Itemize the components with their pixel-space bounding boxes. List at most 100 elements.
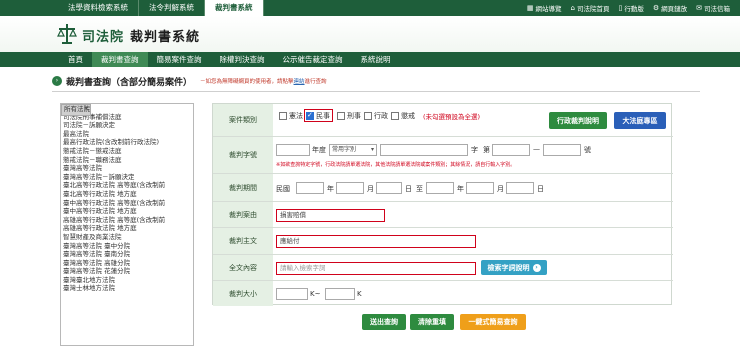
judicial-home-label: 司法院首頁 [576, 5, 610, 13]
end-year-input[interactable] [426, 182, 454, 194]
start-year-unit: 年 [327, 185, 334, 193]
tab-regulation-system[interactable]: 法令判解系統 [139, 0, 205, 16]
sitemap-link[interactable]: ▦ 網站導覽 [527, 3, 562, 13]
clear-form-button[interactable]: 清除重填 [410, 314, 454, 330]
year-unit: 年度 [312, 146, 326, 154]
chevron-right-icon: › [52, 76, 62, 86]
word-select[interactable]: 常用字別 [329, 144, 377, 156]
court-list-item[interactable]: 臺灣高等法院 花蓮分院 [61, 267, 193, 276]
system-tabs: 法學資料檢索系統 法令判解系統 裁判書系統 [58, 0, 264, 16]
judicial-mailbox-link[interactable]: ✉ 司法信箱 [696, 3, 730, 13]
case-number-label: 裁判字號 [213, 137, 273, 173]
start-year-input[interactable] [296, 182, 324, 194]
size-max-input[interactable] [325, 288, 355, 300]
civil-highlight-box [304, 109, 333, 122]
case-type-label: 案件類別 [213, 104, 273, 136]
row-date-range: 裁判期間 民國 年 月 日 至 年 月 日 [213, 173, 673, 201]
court-list-item[interactable]: 所有法院 [61, 104, 91, 116]
size-min-input[interactable] [276, 288, 308, 300]
sitemap-icon: ▦ [526, 4, 534, 12]
start-month-input[interactable] [336, 182, 364, 194]
checkbox-disciplinary[interactable]: 懲戒 [391, 111, 415, 121]
checkbox-criminal[interactable]: 刑事 [337, 111, 361, 121]
court-list-item[interactable]: 臺灣高等法院 臺南分院 [61, 250, 193, 259]
case-number-start-input[interactable] [492, 144, 530, 156]
case-word-input[interactable] [380, 144, 468, 156]
nav-judgment-search[interactable]: 裁判書查詢 [92, 52, 148, 67]
checkbox-disciplinary-box[interactable] [391, 112, 399, 120]
court-list-item[interactable]: 智慧財產及商業法院 [61, 233, 193, 242]
one-click-simple-search-button[interactable]: 一鍵式簡易查詢 [460, 314, 526, 330]
divider [52, 91, 700, 92]
nav-home[interactable]: 首頁 [59, 52, 92, 67]
mobile-version-link[interactable]: ▯ 行動版 [618, 3, 643, 13]
accessibility-link[interactable]: 連結 [294, 79, 305, 85]
court-list-item[interactable]: 臺灣士林地方法院 [61, 284, 193, 293]
court-list-item[interactable]: 最高行政法院(含改制前行政法院) [61, 138, 193, 147]
court-list-item[interactable]: 臺北高等行政法院 地方庭 [61, 190, 193, 199]
grand-chamber-button[interactable]: 大法庭專區 [614, 112, 666, 129]
case-number-end-input[interactable] [543, 144, 581, 156]
court-list-item[interactable]: 高雄高等行政法院 地方庭 [61, 224, 193, 233]
start-day-input[interactable] [376, 182, 402, 194]
word-unit: 字 [471, 146, 478, 154]
case-number-hint: ※如欲查詢特定字號，行政法院請單選法院，其他法院請單選法院或案件類別；其餘情況，… [276, 162, 516, 168]
checkbox-constitution-box[interactable] [279, 112, 287, 120]
page-heading: › 裁判書查詢（含部分簡易案件） －如您為無障礙網頁的使用者，請點擊連結進行查詢 [52, 72, 327, 90]
number-dash: — [533, 145, 540, 153]
date-range-label: 裁判期間 [213, 174, 273, 201]
court-list-item[interactable]: 懲戒法院－職務法庭 [61, 156, 193, 165]
row-case-number: 裁判字號 年度 常用字別 字 第 — 號 ※如欲查詢特定字號，行政法院請單選法院… [213, 136, 673, 173]
home-icon: ⌂ [570, 4, 575, 12]
court-list-item[interactable]: 臺中高等行政法院 地方庭 [61, 207, 193, 216]
number-prefix: 第 [483, 146, 490, 154]
utility-links: ▦ 網站導覽 ⌂ 司法院首頁 ▯ 行動版 ⚙ 網頁鏈放 ✉ 司法信箱 [527, 0, 730, 16]
court-list[interactable]: 所有法院憲法法庭司法院刑事補償法庭司法院－訴願決定最高法院最高行政法院(含改制前… [60, 103, 194, 346]
court-list-item[interactable]: 臺灣高等法院 [61, 164, 193, 173]
search-form: 案件類別 憲法 民事 刑事 行政 懲戒 (未勾選預設為全選) 行政裁判說明 大法… [212, 103, 673, 306]
end-day-input[interactable] [506, 182, 534, 194]
nav-exclusion-judgment-search[interactable]: 除權判決查詢 [211, 52, 274, 67]
court-list-item[interactable]: 臺中高等行政法院 高等庭(含改制前 [61, 199, 193, 208]
checkbox-administrative-label: 行政 [374, 112, 388, 120]
main-text-input[interactable]: 應給付 [276, 235, 476, 248]
row-case-reason: 裁判案由 損害賠償 [213, 201, 673, 227]
admin-judgment-help-button[interactable]: 行政裁判說明 [549, 112, 607, 129]
submit-search-button[interactable]: 送出查詢 [362, 314, 406, 330]
nav-simple-case-search[interactable]: 簡易案件查詢 [148, 52, 211, 67]
notice-prefix: －如您為無障礙網頁的使用者，請點擊 [200, 79, 294, 85]
site-brand[interactable]: 司法院 裁判書系統 [82, 26, 200, 45]
end-year-unit: 年 [457, 185, 464, 193]
brand-system: 裁判書系統 [130, 30, 201, 45]
start-month-unit: 月 [367, 185, 374, 193]
checkbox-constitution[interactable]: 憲法 [279, 111, 303, 121]
checkbox-administrative[interactable]: 行政 [364, 111, 388, 121]
end-month-input[interactable] [466, 182, 494, 194]
web-settings-link[interactable]: ⚙ 網頁鏈放 [653, 3, 687, 13]
row-judgment-size: 裁判大小 K~ K [213, 280, 673, 306]
tab-law-search-system[interactable]: 法學資料檢索系統 [58, 0, 139, 16]
case-year-input[interactable] [276, 144, 310, 156]
main-nav: 首頁 裁判書查詢 簡易案件查詢 除權判決查詢 公示催告裁定查詢 系統說明 [0, 52, 740, 67]
court-list-item[interactable]: 臺灣高等法院 臺中分院 [61, 242, 193, 251]
court-list-item[interactable]: 懲戒法院－懲戒法庭 [61, 147, 193, 156]
judicial-logo-icon[interactable] [56, 22, 78, 46]
search-term-help-button[interactable]: 檢索字詞說明 › [481, 260, 547, 275]
row-full-text: 全文內容 請輸入檢索字詞 檢索字詞說明 › [213, 254, 673, 280]
judicial-home-link[interactable]: ⌂ 司法院首頁 [571, 3, 610, 13]
top-bar: 法學資料檢索系統 法令判解系統 裁判書系統 ▦ 網站導覽 ⌂ 司法院首頁 ▯ 行動版 … [0, 0, 740, 16]
tab-judgment-system[interactable]: 裁判書系統 [205, 0, 264, 16]
notice-suffix: 進行查詢 [304, 79, 327, 85]
full-text-input[interactable]: 請輸入檢索字詞 [276, 262, 476, 275]
case-reason-input[interactable]: 損害賠償 [276, 209, 385, 222]
checkbox-criminal-box[interactable] [337, 112, 345, 120]
nav-public-notice-search[interactable]: 公示催告裁定查詢 [274, 52, 352, 67]
court-list-item[interactable]: 臺北高等行政法院 高等庭(含改制前 [61, 181, 193, 190]
court-list-item[interactable]: 司法院－訴願決定 [61, 121, 193, 130]
end-month-unit: 月 [497, 185, 504, 193]
size-unit-from: K~ [310, 290, 321, 298]
nav-system-help[interactable]: 系統說明 [352, 52, 400, 67]
mail-icon: ✉ [696, 4, 702, 12]
checkbox-administrative-box[interactable] [364, 112, 372, 120]
court-list-item[interactable]: 臺灣高等法院 高雄分院 [61, 259, 193, 268]
